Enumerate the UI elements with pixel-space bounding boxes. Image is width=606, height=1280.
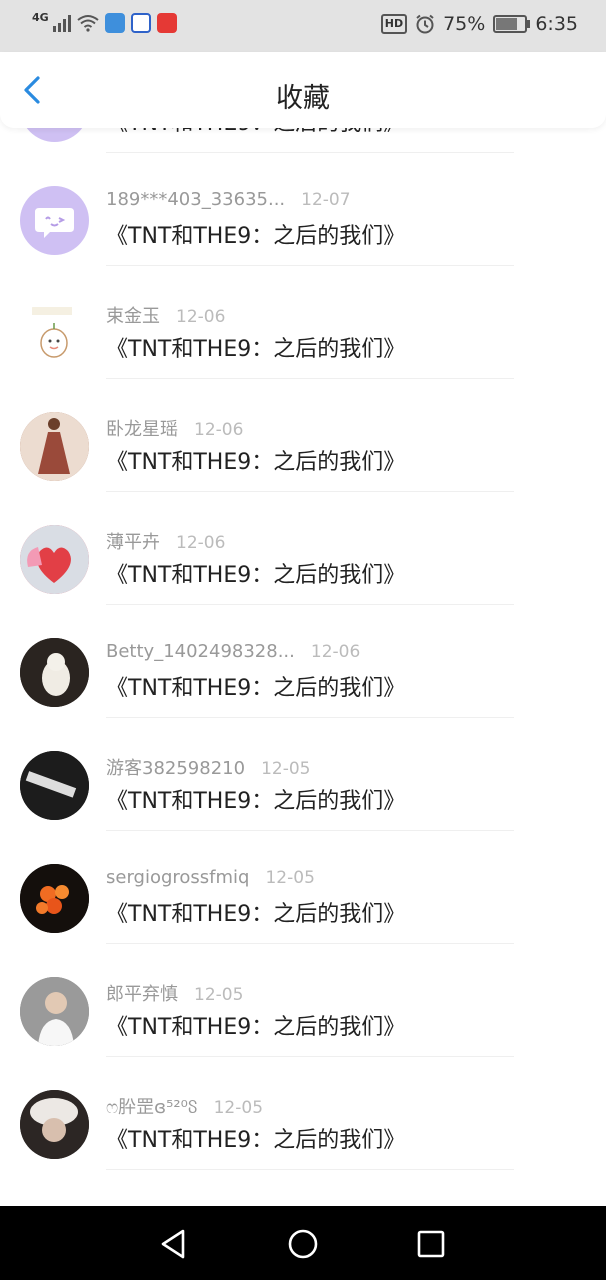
divider: [106, 1169, 514, 1170]
item-title: 《TNT和THE9：之后的我们》: [106, 337, 406, 362]
header: 收藏: [0, 52, 606, 128]
item-meta: Betty_1402498328... 12-06: [106, 641, 360, 662]
list-item[interactable]: sergiogrossfmiq 12-05 《TNT和THE9：之后的我们》: [0, 831, 606, 944]
item-meta: 薄平卉 12-06: [106, 528, 225, 554]
battery-icon: [493, 15, 531, 33]
list-item[interactable]: 游客382598210 12-05 《TNT和THE9：之后的我们》: [0, 718, 606, 831]
item-date: 12-07: [301, 190, 351, 210]
home-circle-icon[interactable]: [283, 1224, 323, 1264]
bird-app-icon: [104, 13, 125, 33]
list-item[interactable]: 郎平弃慎 12-05 《TNT和THE9：之后的我们》: [0, 944, 606, 1057]
favorites-list[interactable]: 《TNT和THE9：之后的我们》 189***403_33635... 12-07 《…: [0, 100, 606, 1206]
list-item[interactable]: 束金玉 12-06 《TNT和THE9：之后的我们》: [0, 266, 606, 379]
item-title: 《TNT和THE9：之后的我们》: [106, 1015, 406, 1040]
user-name: sergiogrossfmiq: [106, 867, 250, 888]
item-date: 12-06: [194, 420, 244, 440]
item-date: 12-05: [213, 1098, 264, 1118]
item-meta: 束金玉 12-06: [106, 302, 225, 328]
item-date: 12-05: [265, 868, 315, 888]
list-item[interactable]: ෆ肸罡ɞ⁵²⁰ჽ 12-05 《TNT和THE9：之后的我们》: [0, 1057, 606, 1170]
item-meta: 卧龙星瑶 12-06: [106, 415, 243, 441]
recents-square-icon[interactable]: [411, 1224, 451, 1264]
wifi-icon: [77, 15, 99, 32]
item-title: 《TNT和THE9：之后的我们》: [106, 676, 406, 701]
list-item[interactable]: 189***403_33635... 12-07 《TNT和THE9：之后的我们》: [0, 153, 606, 266]
user-name: Betty_1402498328...: [106, 641, 295, 662]
item-title: 《TNT和THE9：之后的我们》: [106, 224, 406, 249]
paw-app-icon: [130, 13, 151, 33]
item-date: 12-06: [310, 642, 361, 662]
item-date: 12-06: [176, 307, 226, 327]
item-title: 《TNT和THE9：之后的我们》: [106, 789, 406, 814]
battery-percent: 75%: [443, 13, 486, 35]
avatar[interactable]: [20, 525, 89, 594]
avatar[interactable]: [20, 1090, 89, 1159]
avatar[interactable]: [20, 638, 89, 707]
item-title: 《TNT和THE9：之后的我们》: [106, 563, 406, 588]
clock: 6:35: [535, 13, 578, 35]
avatar[interactable]: [20, 977, 89, 1046]
list-item[interactable]: 薄平卉 12-06 《TNT和THE9：之后的我们》: [0, 492, 606, 605]
item-meta: ෆ肸罡ɞ⁵²⁰ჽ 12-05: [106, 1093, 263, 1119]
page-title: 收藏: [276, 83, 330, 114]
red-app-icon: [156, 13, 177, 33]
hd-icon: HD: [380, 14, 408, 34]
back-triangle-icon[interactable]: [155, 1224, 195, 1264]
item-meta: sergiogrossfmiq 12-05: [106, 867, 315, 888]
system-nav-bar: [0, 1206, 606, 1280]
avatar[interactable]: [20, 751, 89, 820]
user-name: ෆ肸罡ɞ⁵²⁰ჽ: [106, 1097, 198, 1118]
network-type: 4G: [32, 10, 49, 24]
user-name: 游客382598210: [106, 758, 246, 779]
item-title: 《TNT和THE9：之后的我们》: [106, 1128, 406, 1153]
list-item[interactable]: 卧龙星瑶 12-06 《TNT和THE9：之后的我们》: [0, 379, 606, 492]
avatar[interactable]: [20, 299, 89, 368]
item-title: 《TNT和THE9：之后的我们》: [106, 450, 406, 475]
avatar[interactable]: [20, 864, 89, 933]
item-meta: 189***403_33635... 12-07: [106, 189, 351, 210]
user-name: 薄平卉: [106, 532, 160, 553]
list-item[interactable]: Betty_1402498328... 12-06 《TNT和THE9：之后的我们》: [0, 605, 606, 718]
item-meta: 游客382598210 12-05: [106, 754, 310, 780]
signal-icon: [52, 14, 71, 32]
user-name: 189***403_33635...: [106, 189, 286, 210]
user-name: 卧龙星瑶: [106, 419, 178, 440]
item-date: 12-06: [176, 533, 226, 553]
user-name: 郎平弃慎: [106, 984, 178, 1005]
item-date: 12-05: [261, 759, 311, 779]
item-title: 《TNT和THE9：之后的我们》: [106, 902, 406, 927]
user-name: 束金玉: [106, 306, 160, 327]
avatar[interactable]: [20, 186, 89, 255]
status-bar: 4G HD 75% 6:35: [0, 0, 606, 52]
item-date: 12-05: [194, 985, 244, 1005]
avatar[interactable]: [20, 412, 89, 481]
item-meta: 郎平弃慎 12-05: [106, 980, 243, 1006]
alarm-icon: [416, 14, 434, 34]
